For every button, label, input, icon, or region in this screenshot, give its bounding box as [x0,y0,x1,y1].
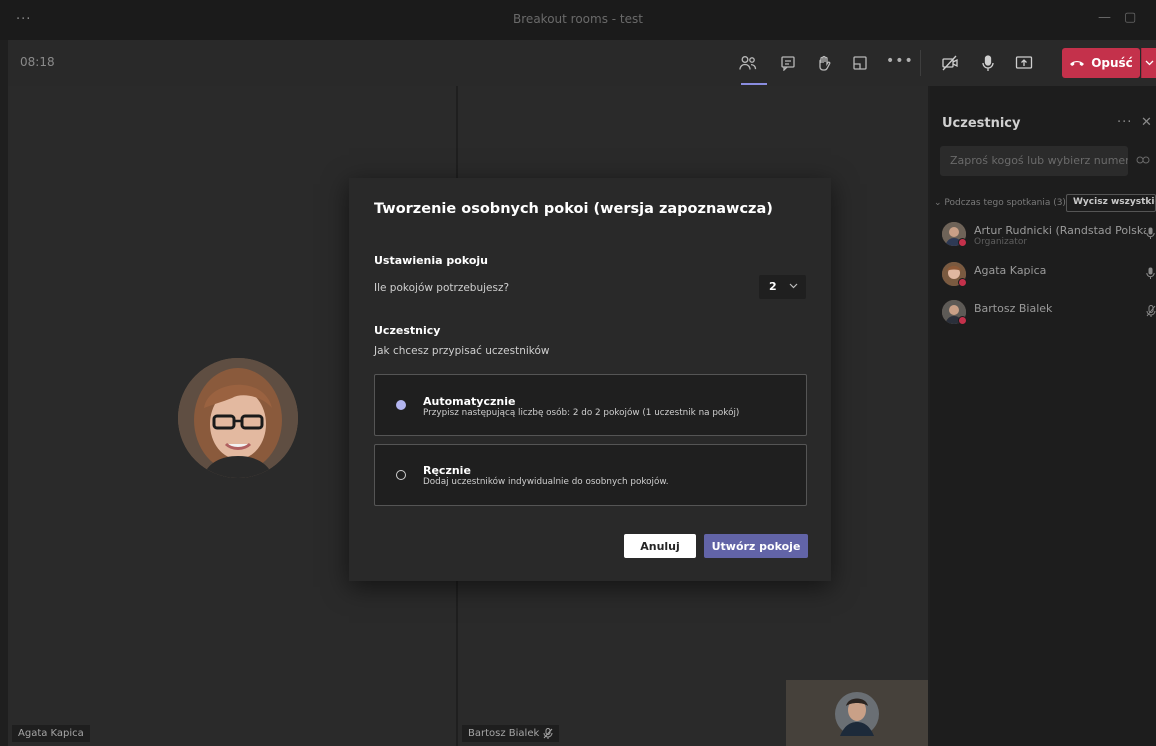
maximize-button[interactable]: ▢ [1124,10,1136,25]
mic-muted-icon [543,728,553,739]
invite-input[interactable]: Zaproś kogoś lub wybierz numer [940,146,1128,176]
leave-options-button[interactable] [1141,48,1156,78]
call-toolbar: 08:18 ••• Opuść [8,40,1156,86]
share-screen-icon[interactable] [1014,54,1034,72]
rooms-count-select[interactable]: 2 [759,275,806,299]
participant-name: Bartosz Bialek [974,302,1053,315]
avatar [178,358,298,478]
option-title: Ręcznie [423,464,471,477]
phone-hangup-icon [1070,61,1085,66]
option-description: Przypisz następującą liczbę osób: 2 do 2… [423,408,740,418]
panel-more-icon[interactable]: ··· [1117,115,1132,130]
participant-name: Agata Kapica [974,264,1047,277]
minimize-button[interactable]: — [1098,10,1111,25]
participant-name: Bartosz Bialek [468,728,540,739]
option-manual[interactable]: Ręcznie Dodaj uczestników indywidualnie … [374,444,807,506]
mic-muted-icon [1146,305,1156,317]
toolbar-divider [920,50,921,76]
leave-label: Opuść [1091,56,1133,70]
cancel-button[interactable]: Anuluj [624,534,696,558]
dialog-title: Tworzenie osobnych pokoi (wersja zapozna… [374,201,773,217]
rooms-question: Ile pokojów potrzebujesz? [374,282,510,294]
status-badge [958,316,967,325]
create-rooms-button[interactable]: Utwórz pokoje [704,534,808,558]
breakout-rooms-icon[interactable] [850,54,870,72]
status-badge [958,238,967,247]
leave-button[interactable]: Opuść [1062,48,1140,78]
rooms-count-value: 2 [769,280,777,293]
status-badge [958,278,967,287]
more-actions-icon[interactable]: ••• [886,53,914,69]
window-title: Breakout rooms - test [513,12,643,26]
microphone-icon [1146,227,1155,239]
option-automatic[interactable]: Automatycznie Przypisz następującą liczb… [374,374,807,436]
camera-off-icon[interactable] [940,54,960,72]
call-timer: 08:18 [20,55,55,69]
participants-icon[interactable] [738,54,758,72]
chevron-down-icon [789,283,798,289]
breakout-rooms-dialog: Tworzenie osobnych pokoi (wersja zapozna… [349,178,831,581]
tile-name-label: Bartosz Bialek [462,725,560,742]
participant-name: Artur Rudnicki (Randstad Polska ... [974,224,1146,237]
microphone-icon [1146,267,1155,279]
room-settings-heading: Ustawienia pokoju [374,254,489,267]
title-bar: ··· Breakout rooms - test — ▢ [0,0,1156,40]
share-invite-icon[interactable] [1136,154,1150,166]
participant-row[interactable]: Agata Kapica [942,262,1156,292]
assign-question: Jak chcesz przypisać uczestników [374,345,550,357]
in-meeting-section-label[interactable]: ⌄ Podczas tego spotkania (3) [934,198,1066,208]
close-icon[interactable]: ✕ [1141,115,1152,130]
self-video-preview[interactable] [786,680,928,746]
radio-manual[interactable] [396,470,406,480]
microphone-icon[interactable] [978,54,998,72]
teams-meeting-window: ··· Breakout rooms - test — ▢ 08:18 ••• … [0,0,1156,746]
chat-icon[interactable] [778,54,798,72]
option-title: Automatycznie [423,395,516,408]
panel-title: Uczestnicy [942,116,1021,131]
participants-heading: Uczestnicy [374,324,441,337]
tile-name-label: Agata Kapica [12,725,90,742]
option-description: Dodaj uczestników indywidualnie do osobn… [423,477,669,487]
participant-name: Agata Kapica [18,728,84,739]
participants-panel: Uczestnicy ··· ✕ Zaproś kogoś lub wybier… [930,86,1156,746]
participant-role: Organizator [974,237,1028,247]
participant-row[interactable]: Artur Rudnicki (Randstad Polska ... Orga… [942,222,1156,252]
participant-row[interactable]: Bartosz Bialek [942,300,1156,330]
chevron-down-icon [1145,60,1153,66]
raise-hand-icon[interactable] [814,54,834,72]
active-tab-indicator [741,83,767,85]
radio-automatic[interactable] [396,400,406,410]
mute-all-button[interactable]: Wycisz wszystkich [1066,194,1156,212]
